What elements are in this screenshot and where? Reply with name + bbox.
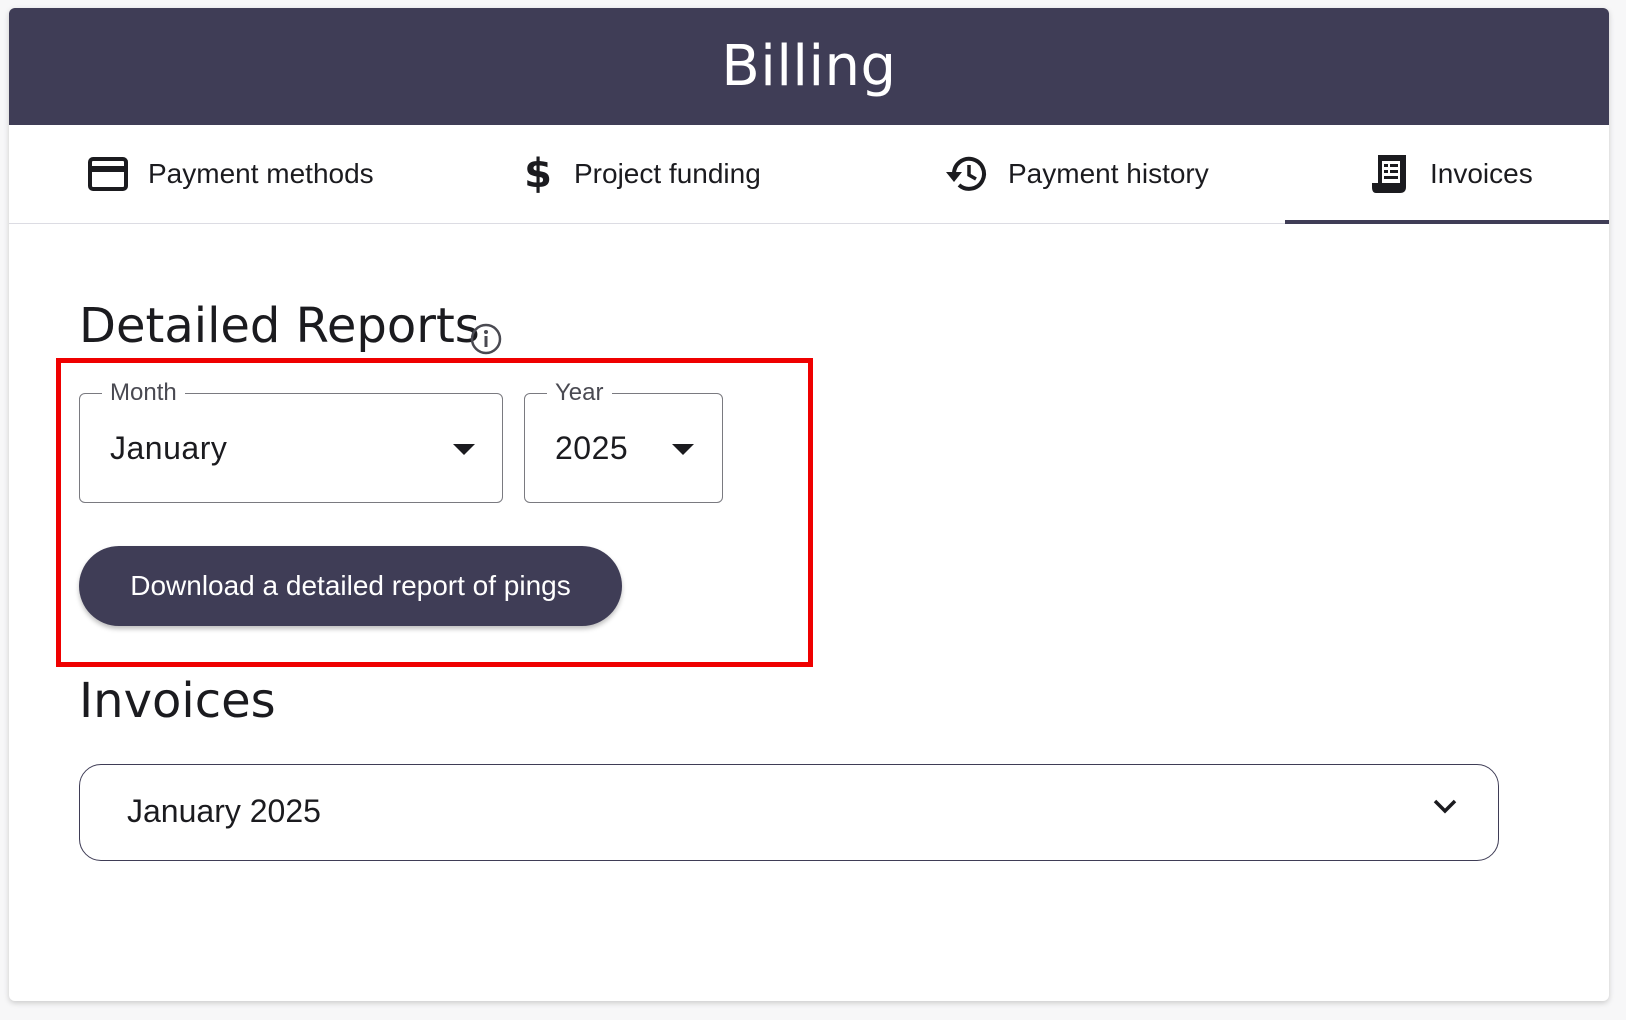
download-report-button[interactable]: Download a detailed report of pings (79, 546, 622, 626)
month-select[interactable]: Month January (79, 379, 503, 503)
receipt-icon (1370, 153, 1410, 195)
billing-card: Billing Payment methods $ Project fundin… (9, 8, 1609, 1001)
billing-header: Billing (9, 8, 1609, 125)
tab-label: Payment methods (148, 158, 374, 189)
tab-label: Project funding (574, 158, 761, 189)
tab-project-funding[interactable]: $ Project funding (524, 125, 761, 223)
credit-card-icon (88, 157, 128, 191)
history-icon (944, 154, 988, 194)
chevron-down-icon (672, 444, 694, 455)
invoice-period-label: January 2025 (127, 793, 321, 829)
month-value: January (110, 430, 228, 466)
invoice-accordion-item[interactable]: January 2025 (79, 764, 1499, 861)
chevron-down-icon (453, 444, 475, 455)
detailed-reports-title: Detailed Reports (79, 298, 480, 354)
page-title: Billing (721, 34, 897, 99)
info-icon[interactable] (470, 323, 502, 360)
tab-payment-history[interactable]: Payment history (944, 125, 1209, 223)
year-label: Year (547, 379, 612, 407)
dollar-icon: $ (524, 151, 552, 197)
tab-label: Payment history (1008, 158, 1209, 189)
year-select[interactable]: Year 2025 (524, 379, 723, 503)
tab-invoices[interactable]: Invoices (1370, 125, 1533, 223)
month-label: Month (102, 379, 185, 407)
tab-label: Invoices (1430, 158, 1533, 189)
billing-tabs: Payment methods $ Project funding Paymen… (9, 125, 1609, 224)
year-value: 2025 (555, 430, 629, 466)
active-tab-indicator (1285, 220, 1609, 224)
tab-payment-methods[interactable]: Payment methods (88, 125, 374, 223)
chevron-down-icon (1432, 797, 1458, 820)
invoices-title: Invoices (79, 673, 276, 729)
